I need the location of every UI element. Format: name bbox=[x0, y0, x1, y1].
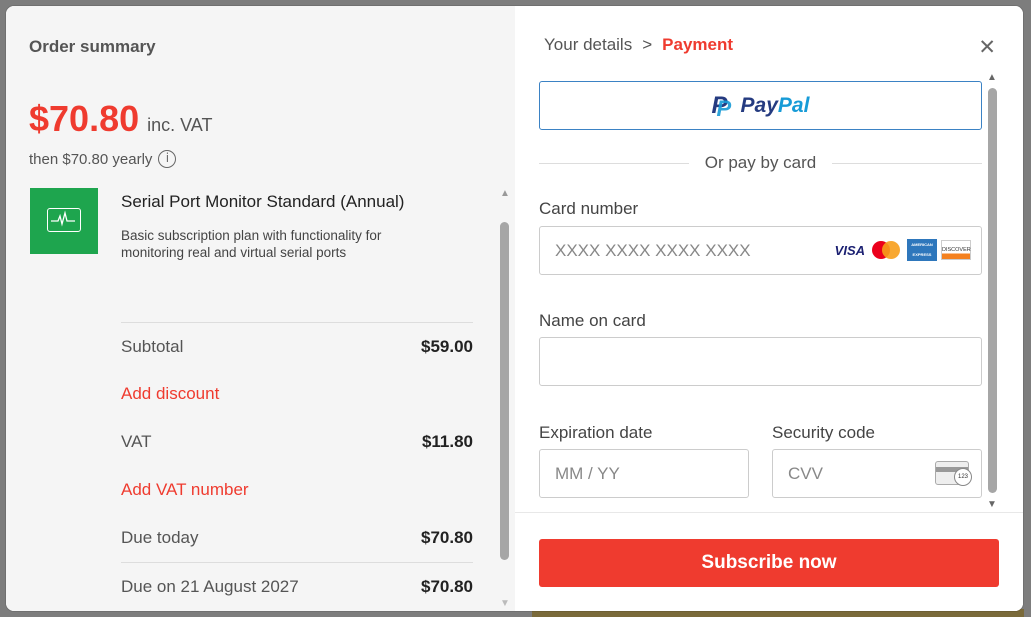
expiration-date-field[interactable] bbox=[539, 449, 749, 498]
expiration-date-input[interactable] bbox=[555, 463, 748, 484]
recurring-price-text: then $70.80 yearly bbox=[29, 150, 153, 168]
price-amount: $70.80 bbox=[29, 98, 140, 139]
monitor-screen bbox=[47, 208, 81, 232]
breadcrumb-your-details[interactable]: Your details bbox=[544, 35, 632, 55]
due-later-label: Due on 21 August 2027 bbox=[121, 576, 299, 596]
close-icon[interactable]: ✕ bbox=[978, 35, 996, 59]
backdrop-top bbox=[546, 0, 986, 4]
info-icon[interactable]: i bbox=[158, 150, 177, 168]
divider-line-left bbox=[539, 162, 689, 164]
price-vat-suffix: inc. VAT bbox=[147, 115, 213, 135]
scrollbar-thumb[interactable] bbox=[988, 88, 997, 493]
card-number-input[interactable] bbox=[555, 240, 825, 261]
add-discount-link[interactable]: Add discount bbox=[121, 384, 219, 404]
discover-icon: DISCOVER bbox=[941, 240, 971, 260]
paypal-pal-text: Pal bbox=[777, 93, 810, 117]
due-today-row: Due today $70.80 bbox=[121, 514, 473, 562]
subscribe-now-button[interactable]: Subscribe now bbox=[539, 539, 999, 587]
subtotal-label: Subtotal bbox=[121, 336, 184, 356]
visa-icon: VISA bbox=[834, 242, 865, 258]
summary-scrollbar[interactable]: ▲ ▼ bbox=[498, 188, 512, 611]
vat-row: VAT $11.80 bbox=[121, 418, 473, 466]
card-number-field[interactable]: VISA AMERICAN EXPRESS DISCOVER bbox=[539, 226, 982, 275]
order-summary-title: Order summary bbox=[29, 37, 156, 56]
scroll-down-icon[interactable]: ▼ bbox=[500, 598, 510, 609]
price-block: $70.80 inc. VAT bbox=[29, 98, 212, 140]
due-today-label: Due today bbox=[121, 528, 199, 547]
cvv-badge: 123 bbox=[954, 468, 972, 486]
payment-scrollbar[interactable]: ▲ ▼ bbox=[986, 72, 1000, 512]
paypal-logo-icon: PP bbox=[711, 91, 732, 121]
due-later-value: $70.80 bbox=[421, 576, 473, 596]
or-divider: Or pay by card bbox=[539, 152, 982, 174]
name-on-card-field[interactable] bbox=[539, 337, 982, 386]
security-code-field[interactable]: 123 bbox=[772, 449, 982, 498]
mastercard-icon bbox=[872, 241, 900, 259]
paypal-pay-text: Pay bbox=[740, 93, 778, 117]
monitor-pulse-icon bbox=[30, 188, 98, 254]
scroll-down-icon[interactable]: ▼ bbox=[987, 499, 997, 510]
divider-text: Or pay by card bbox=[704, 153, 817, 172]
pulse-line-icon bbox=[51, 210, 75, 227]
subtotal-row: Subtotal $59.00 bbox=[121, 322, 473, 370]
vat-number-row: Add VAT number bbox=[121, 466, 473, 514]
paypal-button[interactable]: PP PayPal bbox=[539, 81, 982, 130]
expiration-date-label: Expiration date bbox=[539, 423, 653, 442]
order-summary-panel: Order summary $70.80 inc. VAT then $70.8… bbox=[6, 6, 515, 611]
payment-panel: Your details > Payment ✕ PP PayPal Or pa… bbox=[515, 6, 1023, 611]
card-brands: VISA AMERICAN EXPRESS DISCOVER bbox=[835, 239, 971, 261]
price-breakdown: Subtotal $59.00 Add discount VAT $11.80 … bbox=[121, 322, 473, 610]
divider-line-right bbox=[832, 162, 982, 164]
name-on-card-label: Name on card bbox=[539, 311, 646, 330]
add-vat-number-link[interactable]: Add VAT number bbox=[121, 480, 249, 500]
subtotal-value: $59.00 bbox=[421, 336, 473, 356]
security-code-input[interactable] bbox=[788, 463, 918, 484]
scroll-up-icon[interactable]: ▲ bbox=[500, 188, 510, 199]
product-description: Basic subscription plan with functionali… bbox=[121, 228, 382, 260]
vat-label: VAT bbox=[121, 432, 152, 451]
card-number-label: Card number bbox=[539, 199, 639, 218]
due-today-value: $70.80 bbox=[421, 528, 473, 547]
breadcrumb: Your details > Payment bbox=[544, 35, 733, 55]
amex-icon: AMERICAN EXPRESS bbox=[907, 239, 937, 261]
breadcrumb-separator: > bbox=[642, 35, 653, 54]
scrollbar-thumb[interactable] bbox=[500, 222, 509, 560]
name-on-card-input[interactable] bbox=[555, 351, 981, 372]
cvv-card-icon: 123 bbox=[935, 461, 972, 486]
vat-value: $11.80 bbox=[421, 432, 473, 451]
scroll-up-icon[interactable]: ▲ bbox=[987, 72, 997, 83]
product-name: Serial Port Monitor Standard (Annual) bbox=[121, 192, 405, 211]
recurring-price: then $70.80 yearly i bbox=[29, 150, 177, 168]
due-later-row: Due on 21 August 2027 $70.80 bbox=[121, 562, 473, 610]
breadcrumb-payment: Payment bbox=[662, 35, 734, 54]
discount-row: Add discount bbox=[121, 370, 473, 418]
paypal-wordmark: PayPal bbox=[741, 94, 810, 118]
security-code-label: Security code bbox=[772, 423, 875, 442]
payment-footer: Subscribe now bbox=[515, 512, 1023, 611]
checkout-modal: Order summary $70.80 inc. VAT then $70.8… bbox=[6, 6, 1023, 611]
